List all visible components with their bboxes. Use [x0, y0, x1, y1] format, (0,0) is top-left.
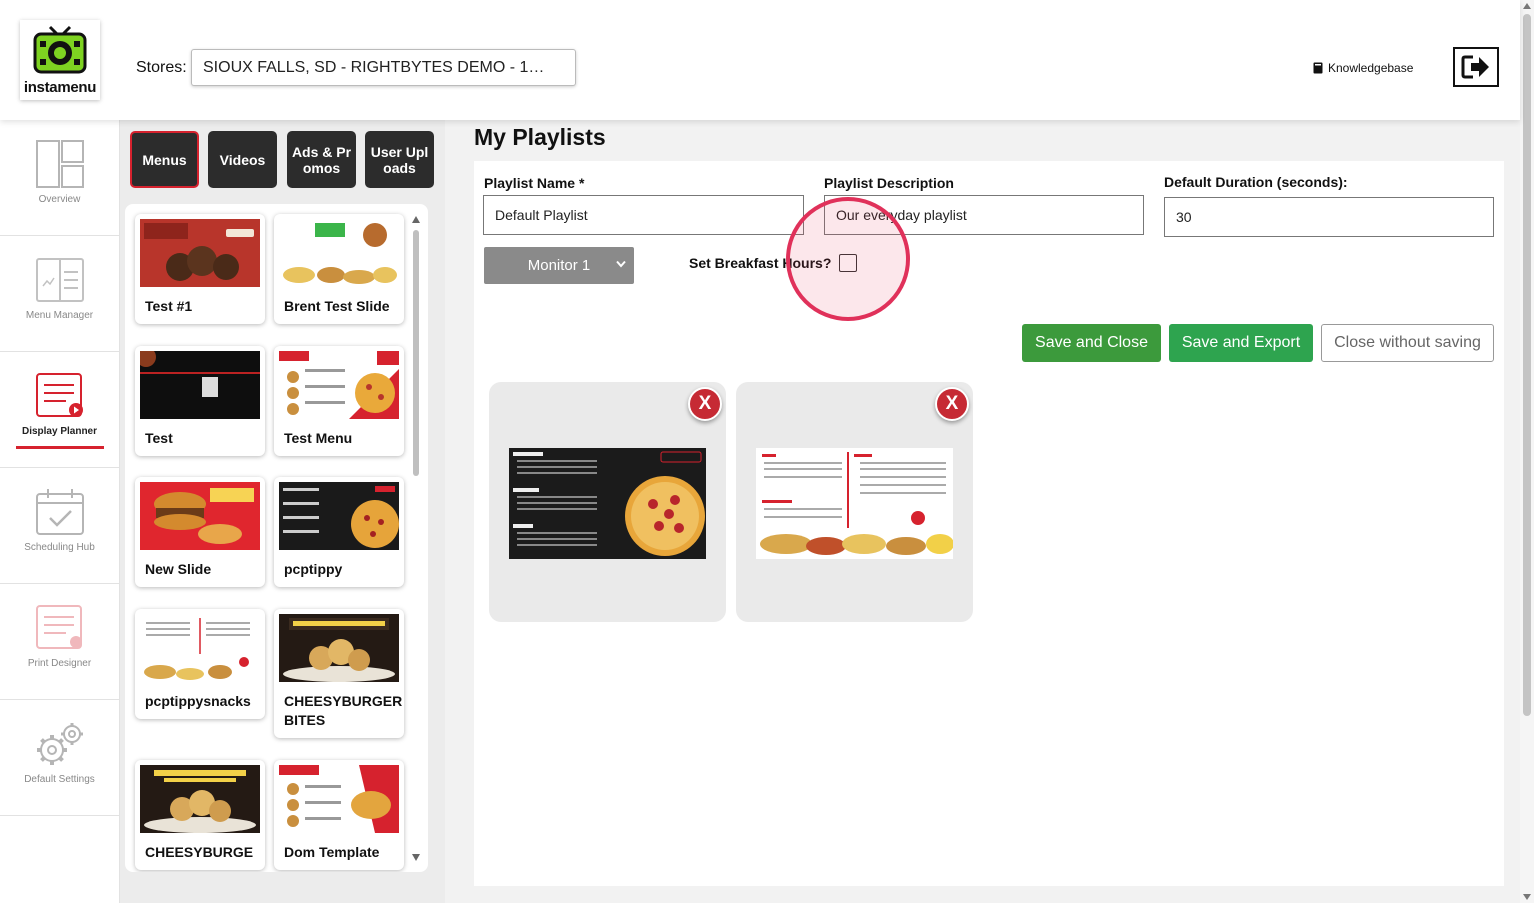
- logout-icon: [1461, 55, 1489, 79]
- slide-label: CHEESYBURGE: [145, 844, 254, 860]
- slide-thumbnail: [279, 351, 399, 419]
- sidebar: Overview Menu Manager Display Planner Sc…: [0, 120, 120, 903]
- slide-label: CHEESYBURGER BITES: [284, 693, 403, 728]
- sidebar-label-display-planner: Display Planner: [21, 426, 98, 437]
- tab-menus[interactable]: Menus: [130, 131, 199, 188]
- slide-card[interactable]: New Slide: [135, 477, 265, 587]
- display-planner-icon: [35, 373, 83, 417]
- tab-user-uploads[interactable]: User Uploads: [365, 131, 434, 188]
- save-and-close-button[interactable]: Save and Close: [1022, 324, 1161, 362]
- slide-card[interactable]: CHEESYBURGER BITES: [274, 609, 404, 738]
- slide-card[interactable]: Test: [135, 346, 265, 456]
- slides-scroll-thumb[interactable]: [413, 230, 419, 476]
- slide-card[interactable]: Brent Test Slide: [274, 214, 404, 324]
- menu-board-icon: [35, 258, 84, 302]
- sidebar-item-display-planner[interactable]: Display Planner: [0, 352, 119, 468]
- scroll-up-arrow-icon[interactable]: [412, 216, 420, 223]
- tab-videos[interactable]: Videos: [208, 131, 277, 188]
- slide-card[interactable]: Dom Template: [274, 760, 404, 870]
- slides-list: Test #1 Brent Test Slide Test Test Menu …: [125, 204, 428, 872]
- slide-card[interactable]: Test Menu: [274, 346, 404, 456]
- slide-label: Brent Test Slide: [284, 298, 390, 314]
- slide-thumbnail: [140, 765, 260, 833]
- logo-text: instamenu: [23, 78, 97, 96]
- playlist-item-thumbnail: [756, 448, 953, 559]
- stores-label: Stores:: [136, 59, 187, 76]
- window-scrollbar[interactable]: [1520, 0, 1534, 903]
- breakfast-hours-label: Set Breakfast Hours?: [689, 255, 832, 271]
- slide-label: pcptippy: [284, 561, 343, 577]
- slide-thumbnail: [140, 219, 260, 287]
- layout-icon: [35, 140, 84, 188]
- slide-label: Test: [145, 430, 173, 446]
- playlist-name-label: Playlist Name *: [484, 175, 585, 191]
- playlist-name-input[interactable]: Default Playlist: [483, 195, 804, 235]
- knowledgebase-link[interactable]: Knowledgebase: [1313, 61, 1413, 75]
- sidebar-label-print-designer: Print Designer: [27, 658, 92, 669]
- slide-label: New Slide: [145, 561, 212, 577]
- slide-card[interactable]: CHEESYBURGE: [135, 760, 265, 870]
- sidebar-item-print-designer[interactable]: Print Designer: [0, 584, 119, 700]
- monitor-select-value: Monitor 1: [527, 257, 591, 274]
- default-duration-input[interactable]: 30: [1164, 197, 1494, 237]
- sidebar-item-overview[interactable]: Overview: [0, 120, 119, 236]
- slide-thumbnail: [279, 219, 399, 287]
- window-scroll-down-icon[interactable]: [1523, 894, 1531, 900]
- sidebar-label-overview: Overview: [38, 194, 81, 205]
- slide-thumbnail: [279, 482, 399, 550]
- slide-card[interactable]: Test #1: [135, 214, 265, 324]
- save-and-export-button[interactable]: Save and Export: [1169, 324, 1313, 362]
- app-logo[interactable]: instamenu: [20, 20, 100, 100]
- scroll-down-arrow-icon[interactable]: [412, 854, 420, 861]
- store-select[interactable]: SIOUX FALLS, SD - RIGHTBYTES DEMO - 1…: [191, 49, 576, 86]
- tab-ads-promos[interactable]: Ads & Promos: [287, 131, 356, 188]
- slide-label: Test #1: [145, 298, 193, 314]
- slide-label: pcptippysnacks: [145, 693, 251, 709]
- top-header: instamenu Stores: SIOUX FALLS, SD - RIGH…: [0, 0, 1520, 120]
- playlist-item-thumbnail: [509, 448, 706, 559]
- calendar-check-icon: [35, 489, 84, 535]
- breakfast-hours-checkbox[interactable]: [839, 254, 857, 272]
- sidebar-label-default-settings: Default Settings: [24, 774, 95, 785]
- book-icon: [1313, 62, 1323, 74]
- sidebar-label-menu-manager: Menu Manager: [25, 310, 94, 321]
- page-title: My Playlists: [474, 124, 606, 150]
- content-library-panel: Menus Videos Ads & Promos User Uploads T…: [120, 120, 445, 903]
- close-without-saving-button[interactable]: Close without saving: [1321, 324, 1494, 362]
- chevron-down-icon: [616, 260, 626, 268]
- slide-card[interactable]: pcptippy: [274, 477, 404, 587]
- slide-label: Test Menu: [284, 430, 353, 446]
- playlist-item[interactable]: X: [489, 382, 726, 622]
- monitor-select[interactable]: Monitor 1: [484, 247, 634, 284]
- print-icon: [35, 605, 82, 649]
- sidebar-item-scheduling-hub[interactable]: Scheduling Hub: [0, 468, 119, 584]
- slide-card[interactable]: pcptippysnacks: [135, 609, 265, 719]
- remove-playlist-item-button[interactable]: X: [935, 387, 969, 421]
- playlist-description-input[interactable]: Our everyday playlist: [824, 195, 1144, 235]
- sidebar-item-default-settings[interactable]: Default Settings: [0, 700, 119, 816]
- gears-icon: [36, 723, 83, 765]
- playlist-item[interactable]: X: [736, 382, 973, 622]
- slide-thumbnail: [279, 765, 399, 833]
- sidebar-label-scheduling-hub: Scheduling Hub: [24, 542, 95, 553]
- window-scroll-up-icon[interactable]: [1523, 3, 1531, 9]
- slide-thumbnail: [140, 482, 260, 550]
- slide-thumbnail: [140, 614, 260, 682]
- default-duration-label: Default Duration (seconds):: [1164, 174, 1348, 190]
- knowledgebase-label: Knowledgebase: [1328, 61, 1414, 75]
- window-scroll-thumb[interactable]: [1523, 14, 1531, 716]
- tv-logo-icon: [33, 25, 87, 73]
- logout-button[interactable]: [1453, 47, 1499, 87]
- slide-thumbnail: [140, 351, 260, 419]
- playlist-description-label: Playlist Description: [824, 175, 954, 191]
- remove-playlist-item-button[interactable]: X: [688, 387, 722, 421]
- slide-thumbnail: [279, 614, 399, 682]
- slide-label: Dom Template: [284, 844, 380, 860]
- slides-scrollbar[interactable]: [411, 216, 422, 861]
- sidebar-item-menu-manager[interactable]: Menu Manager: [0, 236, 119, 352]
